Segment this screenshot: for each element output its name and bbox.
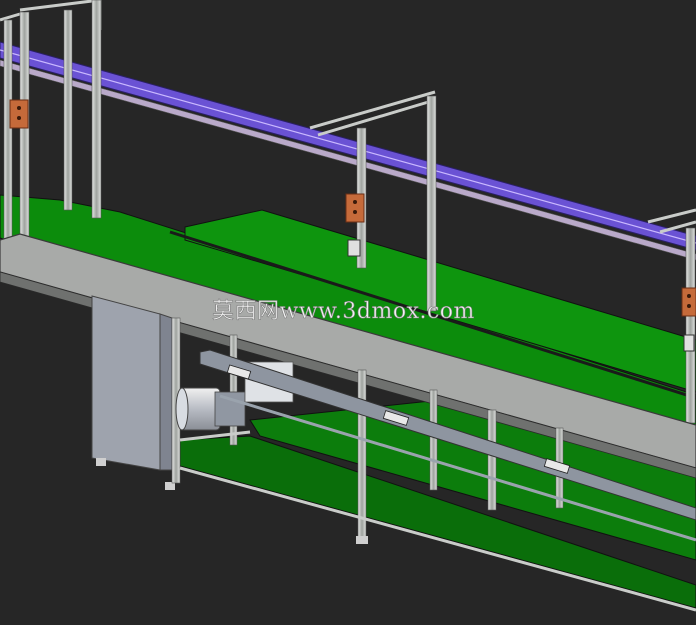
post-foot (356, 536, 368, 544)
conveyor-scene: 莫西网www.3dmox.com (0, 0, 696, 625)
cabinet-side (159, 313, 173, 471)
cabinet-foot (96, 458, 106, 466)
watermark-text: 莫西网www.3dmox.com (212, 299, 475, 324)
electrical-cabinet (91, 295, 161, 471)
